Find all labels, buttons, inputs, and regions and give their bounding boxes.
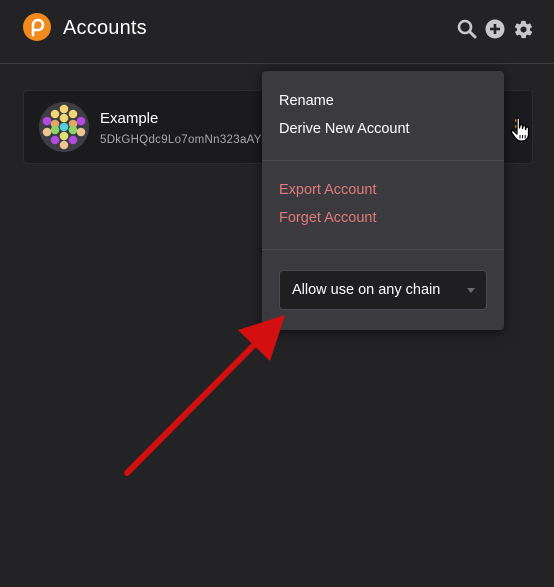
forget-account-menu-item[interactable]: Forget Account (279, 210, 377, 226)
settings-gear-icon[interactable] (512, 18, 534, 40)
page-title: Accounts (63, 17, 147, 39)
app-header: Accounts (0, 0, 554, 64)
add-account-icon[interactable] (484, 18, 506, 40)
polkadot-logo-icon (23, 13, 51, 41)
hand-cursor-icon (510, 117, 532, 143)
account-address[interactable]: 5DkGHQdc9Lo7omNn323aAY (100, 134, 262, 146)
account-name: Example (100, 110, 159, 127)
rename-menu-item[interactable]: Rename (279, 93, 334, 109)
chevron-down-icon (467, 288, 475, 293)
search-icon[interactable] (456, 18, 478, 40)
account-options-menu: Rename Derive New Account Export Account… (262, 71, 504, 330)
identicon-avatar[interactable] (39, 102, 89, 152)
menu-divider (262, 160, 504, 161)
chain-select-dropdown[interactable]: Allow use on any chain (279, 270, 487, 310)
menu-divider (262, 249, 504, 250)
derive-new-account-menu-item[interactable]: Derive New Account (279, 121, 410, 137)
chain-select-value: Allow use on any chain (292, 282, 441, 298)
export-account-menu-item[interactable]: Export Account (279, 182, 377, 198)
